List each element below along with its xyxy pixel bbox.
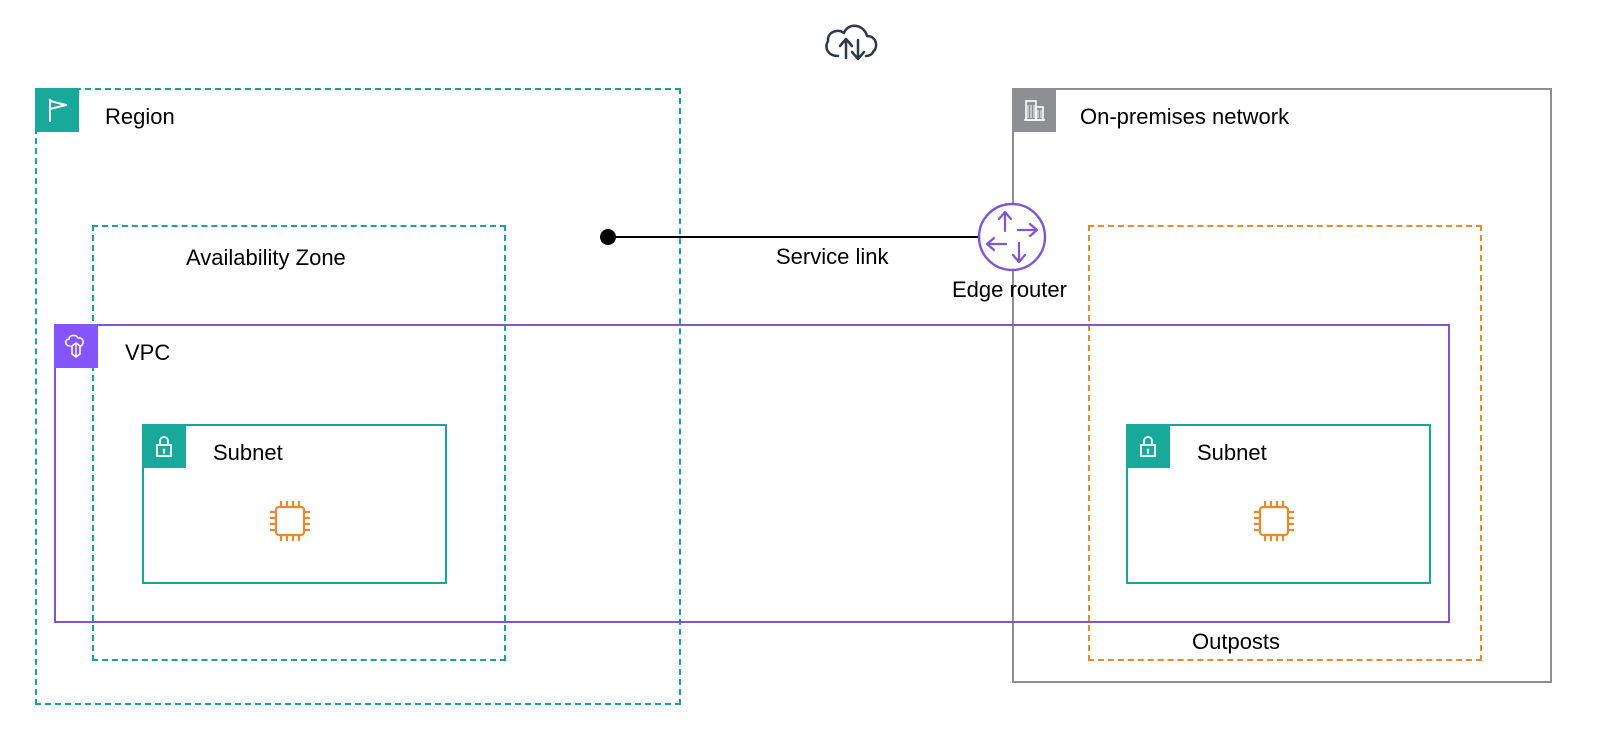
service-link-label: Service link [776,244,888,270]
cloud-icon [818,12,884,78]
vpc-icon [54,324,98,368]
subnet-right-label: Subnet [1197,440,1267,466]
lock-icon [1126,424,1170,468]
lock-icon [142,424,186,468]
region-label: Region [105,104,175,130]
onprem-label: On-premises network [1080,104,1289,130]
chip-icon [263,494,317,553]
building-icon [1012,88,1056,132]
edge-router-label: Edge router [952,277,1067,303]
subnet-left-label: Subnet [213,440,283,466]
diagram-canvas: Region Availability Zone On-premises net… [0,0,1600,740]
outposts-label: Outposts [1192,629,1280,655]
chip-icon [1247,494,1301,553]
edge-router-icon [976,201,1048,273]
flag-icon [35,88,79,132]
availability-zone-label: Availability Zone [186,245,346,271]
vpc-label: VPC [125,340,170,366]
